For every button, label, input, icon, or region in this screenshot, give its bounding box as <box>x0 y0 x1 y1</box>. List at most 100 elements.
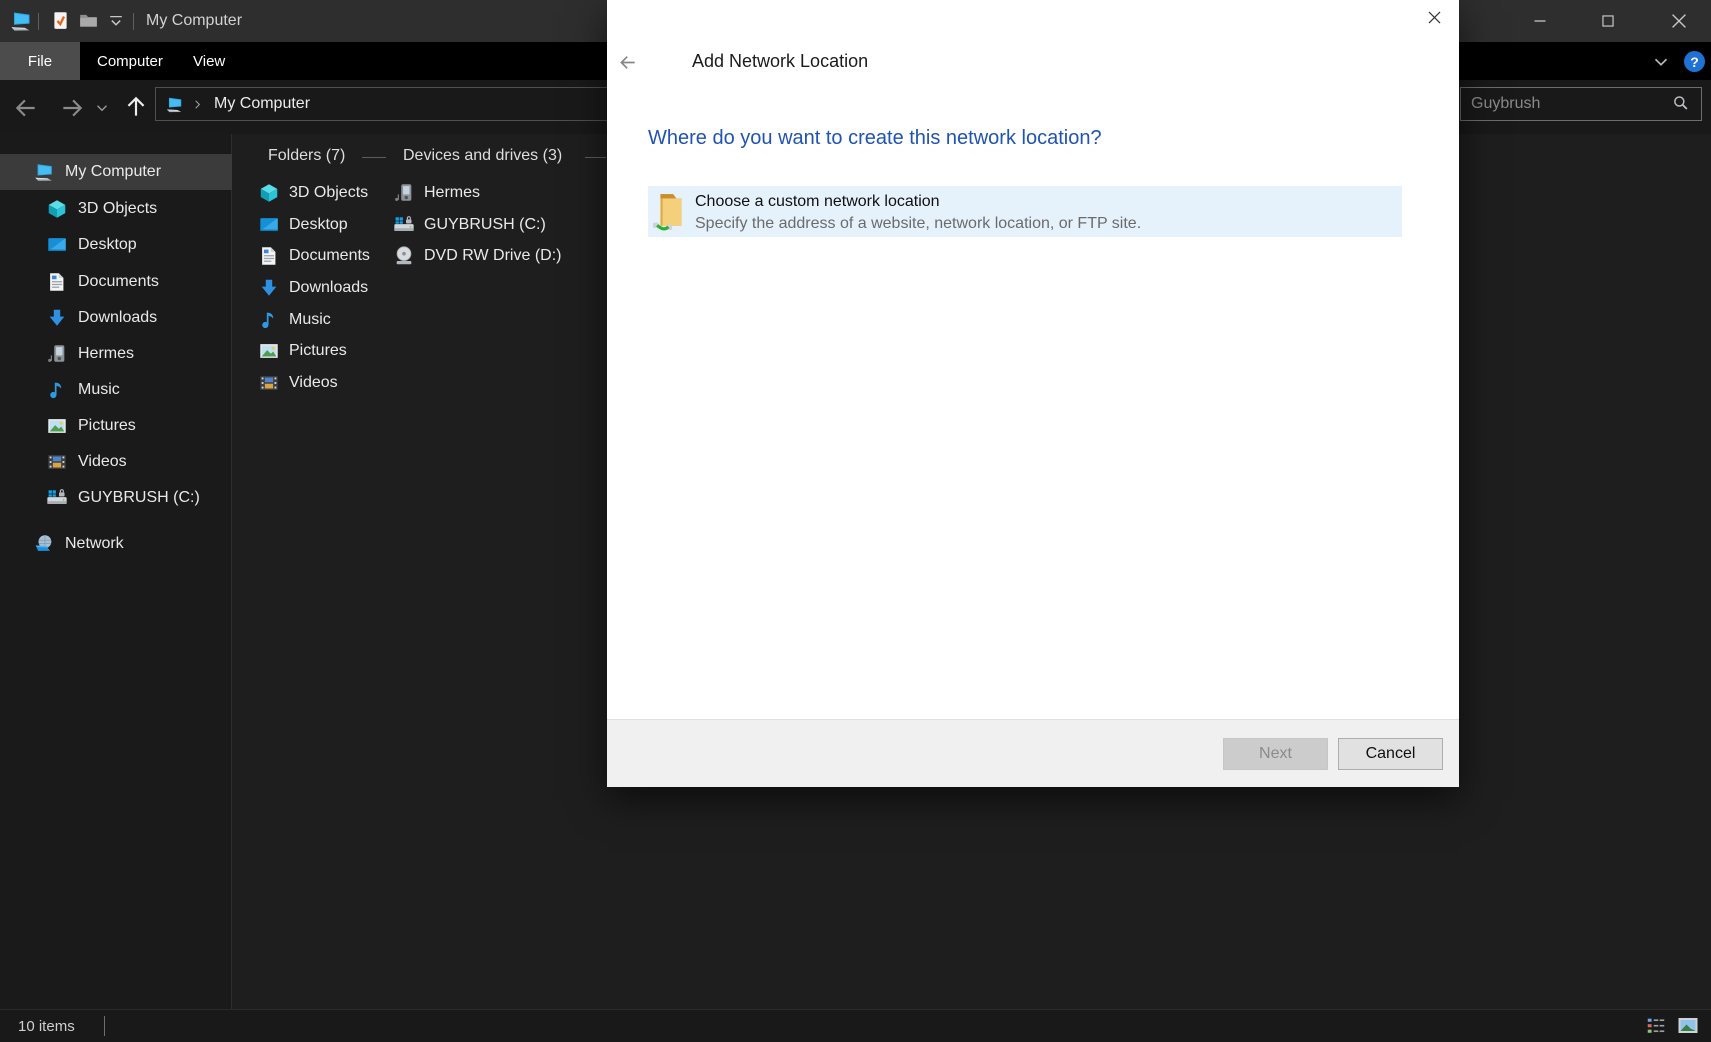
sidebar-item-3d-objects[interactable]: 3D Objects <box>0 191 232 227</box>
videos-icon <box>258 372 280 394</box>
media-player-icon <box>46 343 68 365</box>
sidebar-item-guybrush-c[interactable]: GUYBRUSH (C:) <box>0 480 232 516</box>
sidebar-item-network[interactable]: Network <box>0 526 232 562</box>
maximize-icon <box>1597 10 1619 32</box>
search-text: Guybrush <box>1471 95 1541 112</box>
sidebar-item-my-computer[interactable]: My Computer <box>0 154 232 190</box>
computer-icon <box>33 161 55 183</box>
custom-network-location-option[interactable]: Choose a custom network location Specify… <box>648 186 1402 237</box>
file-item-desktop[interactable]: Desktop <box>258 210 348 240</box>
pictures-icon <box>258 340 280 362</box>
file-item-label: Pictures <box>289 342 347 359</box>
file-item-label: GUYBRUSH (C:) <box>424 216 546 233</box>
sidebar-item-label: Downloads <box>78 309 158 326</box>
file-item-pictures[interactable]: Pictures <box>258 336 347 366</box>
sidebar-item-music[interactable]: Music <box>0 372 232 408</box>
file-item-downloads[interactable]: Downloads <box>258 273 368 303</box>
sidebar-item-desktop[interactable]: Desktop <box>0 227 232 263</box>
dialog-back-button[interactable] <box>612 47 644 77</box>
add-network-location-dialog: Add Network Location Where do you want t… <box>607 0 1459 787</box>
thumbnails-view-icon <box>1676 1014 1700 1038</box>
close-window-button[interactable] <box>1656 0 1702 42</box>
dialog-footer: Next Cancel <box>607 719 1459 787</box>
dialog-close-button[interactable] <box>1417 2 1451 32</box>
cancel-button[interactable]: Cancel <box>1338 738 1443 770</box>
sidebar-item-label: My Computer <box>65 163 162 180</box>
system-drive-icon <box>46 487 68 509</box>
quick-access-folder-icon[interactable] <box>78 10 99 31</box>
sidebar-item-label: Pictures <box>78 417 136 434</box>
network-icon <box>33 533 55 555</box>
explorer-logo-icon <box>9 9 33 33</box>
maximize-button[interactable] <box>1585 0 1631 42</box>
network-folder-icon <box>652 189 690 233</box>
minimize-icon <box>1529 10 1551 32</box>
search-box[interactable]: Guybrush <box>1460 87 1702 121</box>
sidebar-item-label: Videos <box>78 453 127 470</box>
group-header-devices[interactable]: Devices and drives (3) <box>403 147 562 165</box>
file-item-label: 3D Objects <box>289 184 369 201</box>
titlebar-separator <box>38 13 39 30</box>
up-icon[interactable] <box>123 94 149 120</box>
screen: My Computer File Computer View ? My Comp… <box>0 0 1711 1042</box>
menu-view-tab[interactable]: View <box>193 42 225 80</box>
file-item-hermes[interactable]: Hermes <box>393 178 480 208</box>
file-item-documents[interactable]: Documents <box>258 241 370 271</box>
media-player-icon <box>393 182 415 204</box>
file-item-label: Documents <box>289 247 370 264</box>
sidebar-item-pictures[interactable]: Pictures <box>0 408 232 444</box>
group-header-line <box>362 157 386 158</box>
dvd-drive-icon <box>393 245 415 267</box>
desktop-icon <box>46 234 68 256</box>
recent-locations-chevron-icon[interactable] <box>93 99 111 117</box>
file-item-guybrush-c[interactable]: GUYBRUSH (C:) <box>393 210 546 240</box>
sidebar-item-hermes[interactable]: Hermes <box>0 336 232 372</box>
sidebar-item-label: Network <box>65 535 124 552</box>
file-item-music[interactable]: Music <box>258 305 331 335</box>
music-icon <box>258 309 280 331</box>
file-item-label: Desktop <box>289 216 348 233</box>
menu-computer-tab[interactable]: Computer <box>97 42 163 80</box>
videos-icon <box>46 451 68 473</box>
group-header-folders[interactable]: Folders (7) <box>268 147 345 165</box>
documents-icon <box>46 271 68 293</box>
file-item-label: Music <box>289 311 331 328</box>
3d-objects-icon <box>46 198 68 220</box>
music-icon <box>46 379 68 401</box>
quick-access-properties-icon[interactable] <box>50 10 71 31</box>
file-item-dvd-drive[interactable]: DVD RW Drive (D:) <box>393 241 561 271</box>
minimize-button[interactable] <box>1517 0 1563 42</box>
forward-icon[interactable] <box>59 95 85 121</box>
sidebar-item-label: GUYBRUSH (C:) <box>78 489 200 506</box>
navigation-pane: My Computer 3D Objects Desktop Documents… <box>0 134 232 1009</box>
back-icon[interactable] <box>13 95 39 121</box>
customize-quick-access-toolbar-icon[interactable] <box>106 11 126 31</box>
downloads-icon <box>258 277 280 299</box>
file-item-3d-objects[interactable]: 3D Objects <box>258 178 368 208</box>
address-chevron-icon[interactable] <box>190 97 205 112</box>
desktop-icon <box>258 214 280 236</box>
sidebar-item-documents[interactable]: Documents <box>0 264 232 300</box>
menu-file-tab[interactable]: File <box>0 42 80 80</box>
thumbnails-view-button[interactable] <box>1676 1014 1700 1038</box>
file-item-videos[interactable]: Videos <box>258 368 338 398</box>
collapse-ribbon-icon[interactable] <box>1650 51 1672 73</box>
titlebar-separator <box>133 13 134 30</box>
sidebar-item-label: 3D Objects <box>78 200 158 217</box>
file-item-label: Videos <box>289 374 338 391</box>
close-icon <box>1668 10 1690 32</box>
sidebar-item-label: Music <box>78 381 120 398</box>
dialog-heading: Where do you want to create this network… <box>648 127 1102 149</box>
details-view-icon <box>1645 1015 1667 1037</box>
option-subtitle: Specify the address of a website, networ… <box>695 215 1142 232</box>
next-button[interactable]: Next <box>1223 738 1328 770</box>
sidebar-item-downloads[interactable]: Downloads <box>0 300 232 336</box>
details-view-button[interactable] <box>1644 1014 1668 1038</box>
back-arrow-icon <box>618 49 638 76</box>
downloads-icon <box>46 307 68 329</box>
file-item-label: Hermes <box>424 184 481 201</box>
help-icon[interactable]: ? <box>1684 51 1705 72</box>
address-location-icon <box>165 95 184 114</box>
search-icon[interactable] <box>1671 94 1691 114</box>
sidebar-item-videos[interactable]: Videos <box>0 444 232 480</box>
